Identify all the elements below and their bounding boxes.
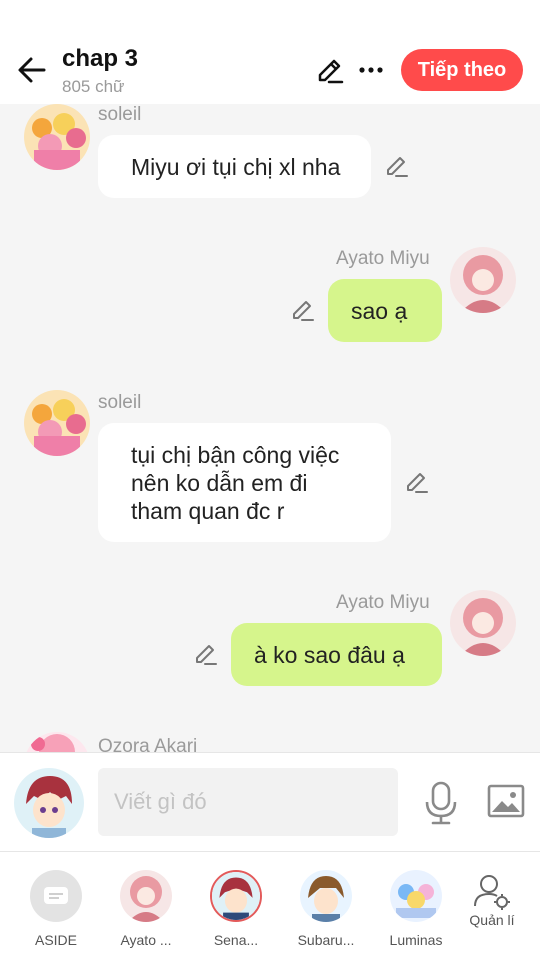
- back-arrow-icon[interactable]: [14, 52, 50, 88]
- tab-subaru[interactable]: Subaru...: [286, 870, 366, 948]
- tab-label: Sena...: [213, 932, 259, 948]
- tab-ayato[interactable]: Ayato ...: [106, 870, 186, 948]
- message-input[interactable]: [98, 768, 398, 836]
- header: chap 3 805 chữ Tiếp theo: [0, 0, 540, 104]
- sender-name: soleil: [98, 104, 142, 125]
- tab-sena[interactable]: Sena...: [196, 870, 276, 948]
- message-text-line: tụi chị bận công việc: [131, 442, 340, 468]
- message-text: sao ạ: [351, 298, 408, 324]
- tab-label: Subaru...: [297, 932, 355, 948]
- edit-message-icon[interactable]: [404, 469, 430, 495]
- avatar: [210, 870, 262, 922]
- image-icon[interactable]: [486, 781, 526, 821]
- character-bar: ASIDE Ayato ... Sena... Subaru... Lumina…: [0, 852, 540, 960]
- message-bubble[interactable]: sao ạ: [328, 279, 442, 342]
- message-text-line: nên ko dẫn em đi: [131, 470, 308, 496]
- more-options-icon[interactable]: [356, 55, 386, 85]
- edit-message-icon[interactable]: [290, 297, 316, 323]
- tab-manage[interactable]: Quản lí: [452, 872, 532, 928]
- tab-label: Luminas: [389, 932, 443, 948]
- message-bubble[interactable]: à ko sao đâu ạ: [231, 623, 442, 686]
- message-text: à ko sao đâu ạ: [254, 642, 405, 668]
- message-text: Miyu ơi tụi chị xl nha: [131, 154, 341, 180]
- composer: [0, 752, 540, 852]
- word-count: 805 chữ: [62, 77, 125, 96]
- edit-icon[interactable]: [315, 55, 345, 85]
- next-chapter-button[interactable]: Tiếp theo: [401, 49, 523, 91]
- manage-users-icon: [474, 875, 510, 910]
- aside-icon: [30, 870, 82, 922]
- microphone-icon[interactable]: [423, 780, 459, 826]
- tab-label: Quản lí: [469, 912, 515, 928]
- message-bubble[interactable]: tụi chị bận công việc nên ko dẫn em đi t…: [98, 423, 391, 542]
- avatar: [390, 870, 442, 922]
- sender-name: Ayato Miyu: [336, 592, 430, 613]
- avatar-soleil[interactable]: [24, 104, 90, 170]
- avatar-ayato-miyu[interactable]: [450, 247, 516, 313]
- chapter-title: chap 3: [62, 45, 139, 72]
- avatar-soleil[interactable]: [24, 390, 90, 456]
- avatar: [120, 870, 172, 922]
- avatar-ayato-miyu[interactable]: [450, 590, 516, 656]
- tab-aside[interactable]: ASIDE: [16, 870, 96, 948]
- tab-label: ASIDE: [34, 932, 77, 948]
- edit-message-icon[interactable]: [384, 153, 410, 179]
- tab-label: Ayato ...: [120, 932, 172, 948]
- chat-area[interactable]: soleil Miyu ơi tụi chị xl nha Ayato Miyu…: [0, 104, 540, 752]
- message-text-line: tham quan đc r: [131, 498, 285, 524]
- tab-luminas[interactable]: Luminas: [376, 870, 456, 948]
- my-avatar[interactable]: [14, 768, 84, 838]
- avatar: [300, 870, 352, 922]
- edit-message-icon[interactable]: [193, 641, 219, 667]
- sender-name: Ozora Akari: [98, 736, 198, 752]
- message-bubble[interactable]: Miyu ơi tụi chị xl nha: [98, 135, 371, 198]
- sender-name: Ayato Miyu: [336, 248, 430, 269]
- sender-name: soleil: [98, 392, 142, 413]
- avatar-ozora-akari[interactable]: [24, 732, 90, 752]
